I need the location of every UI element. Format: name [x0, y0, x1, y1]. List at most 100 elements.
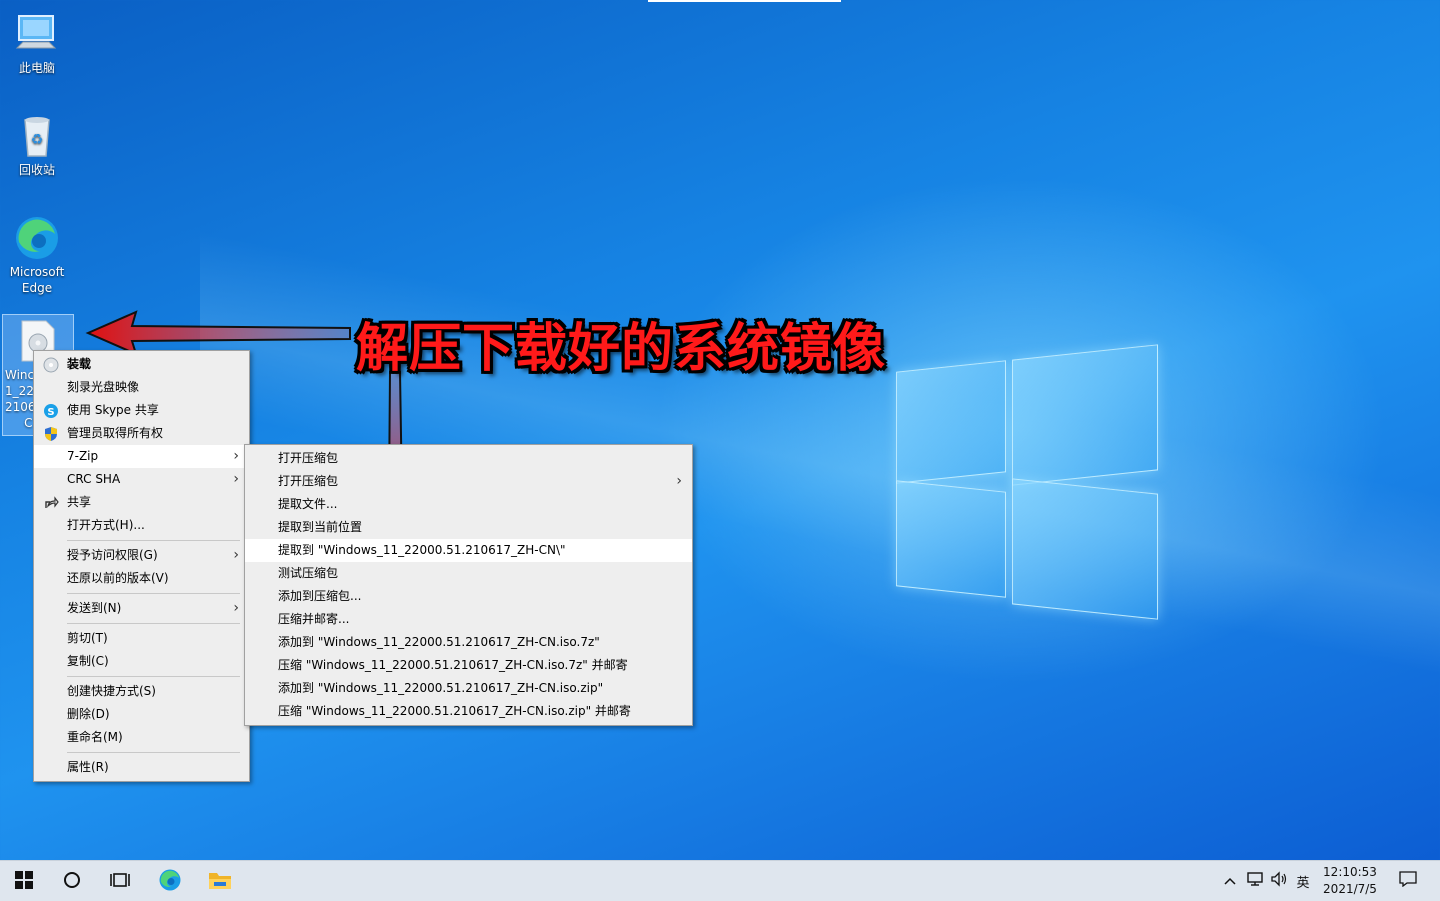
menu-item-label: 发送到(N)	[67, 601, 122, 615]
zip-item-compress-and-email[interactable]: 压缩并邮寄...	[245, 608, 692, 631]
chevron-right-icon: ›	[233, 547, 239, 563]
volume-button[interactable]	[1268, 861, 1292, 901]
menu-item-label: 打开方式(H)...	[67, 518, 145, 532]
menu-item-label: 复制(C)	[67, 654, 109, 668]
menu-item-mount[interactable]: 装载	[34, 353, 249, 376]
zip-submenu: 打开压缩包 打开压缩包 › 提取文件... 提取到当前位置 提取到 "Windo…	[244, 444, 693, 726]
taskbar-file-explorer-button[interactable]	[196, 861, 244, 901]
menu-item-restore-versions[interactable]: 还原以前的版本(V)	[34, 567, 249, 590]
menu-item-label: 测试压缩包	[278, 566, 339, 580]
network-icon	[1247, 871, 1265, 891]
zip-item-compress-7z-email[interactable]: 压缩 "Windows_11_22000.51.210617_ZH-CN.iso…	[245, 654, 692, 677]
clock-button[interactable]: 12:10:53 2021/7/5	[1314, 864, 1386, 898]
chevron-up-icon	[1224, 874, 1236, 889]
network-button[interactable]	[1244, 861, 1268, 901]
clock-time: 12:10:53	[1323, 865, 1377, 879]
menu-separator	[67, 593, 240, 594]
zip-item-open-archive-as[interactable]: 打开压缩包 ›	[245, 470, 692, 493]
chevron-right-icon: ›	[233, 600, 239, 616]
menu-separator	[67, 752, 240, 753]
menu-separator	[67, 676, 240, 677]
clock-date: 2021/7/5	[1323, 882, 1377, 896]
menu-item-create-shortcut[interactable]: 创建快捷方式(S)	[34, 680, 249, 703]
menu-item-label: 属性(R)	[67, 760, 109, 774]
input-method-label: 英	[1296, 875, 1310, 891]
menu-item-burn-disc-image[interactable]: 刻录光盘映像	[34, 376, 249, 399]
tray-overflow-button[interactable]	[1220, 861, 1240, 901]
menu-item-label: 使用 Skype 共享	[67, 403, 159, 417]
menu-item-cut[interactable]: 剪切(T)	[34, 627, 249, 650]
zip-item-open-archive[interactable]: 打开压缩包	[245, 447, 692, 470]
zip-item-extract-files[interactable]: 提取文件...	[245, 493, 692, 516]
zip-item-add-to-archive[interactable]: 添加到压缩包...	[245, 585, 692, 608]
menu-separator	[67, 623, 240, 624]
menu-item-label: 重命名(M)	[67, 730, 123, 744]
menu-item-copy[interactable]: 复制(C)	[34, 650, 249, 673]
disc-icon	[43, 357, 59, 373]
menu-item-label: 提取到当前位置	[278, 520, 363, 534]
skype-icon: S	[43, 403, 59, 419]
start-button[interactable]	[0, 861, 48, 901]
menu-item-label: 刻录光盘映像	[67, 380, 140, 394]
context-menu: 装载 刻录光盘映像 S 使用 Skype 共享 管理员取得所有权 7-Zip ›…	[33, 350, 250, 782]
input-method-button[interactable]: 英	[1292, 861, 1314, 901]
speaker-icon	[1271, 871, 1289, 891]
menu-item-delete[interactable]: 删除(D)	[34, 703, 249, 726]
search-button[interactable]	[48, 861, 96, 901]
menu-item-give-access[interactable]: 授予访问权限(G) ›	[34, 544, 249, 567]
menu-item-label: 共享	[67, 495, 92, 509]
zip-item-extract-to-folder[interactable]: 提取到 "Windows_11_22000.51.210617_ZH-CN\"	[245, 539, 692, 562]
menu-item-label: 7-Zip	[67, 449, 99, 463]
share-icon	[43, 495, 59, 511]
menu-item-label: CRC SHA	[67, 472, 121, 486]
zip-item-add-to-zip[interactable]: 添加到 "Windows_11_22000.51.210617_ZH-CN.is…	[245, 677, 692, 700]
folder-icon	[208, 870, 232, 893]
menu-item-take-ownership[interactable]: 管理员取得所有权	[34, 422, 249, 445]
menu-item-label: 压缩 "Windows_11_22000.51.210617_ZH-CN.iso…	[278, 704, 631, 718]
menu-item-label: 打开压缩包	[278, 451, 339, 465]
menu-item-label: 添加到 "Windows_11_22000.51.210617_ZH-CN.is…	[278, 681, 604, 695]
menu-item-label: 创建快捷方式(S)	[67, 684, 156, 698]
menu-item-share[interactable]: 共享	[34, 491, 249, 514]
arrow-left	[85, 310, 351, 356]
menu-item-label: 还原以前的版本(V)	[67, 571, 169, 585]
menu-item-label: 装载	[67, 357, 92, 371]
uac-shield-icon	[43, 426, 59, 442]
edge-icon	[158, 868, 182, 895]
notification-center-button[interactable]	[1394, 861, 1422, 901]
search-circle-icon	[63, 871, 81, 892]
menu-item-label: 打开压缩包	[278, 474, 339, 488]
menu-separator	[67, 540, 240, 541]
menu-item-7zip[interactable]: 7-Zip ›	[34, 445, 249, 468]
menu-item-label: 压缩 "Windows_11_22000.51.210617_ZH-CN.iso…	[278, 658, 628, 672]
notification-icon	[1399, 871, 1417, 891]
windows-start-icon	[15, 870, 33, 892]
menu-item-crc-sha[interactable]: CRC SHA ›	[34, 468, 249, 491]
task-view-icon	[110, 871, 130, 892]
chevron-right-icon: ›	[676, 473, 682, 489]
svg-text:S: S	[47, 407, 54, 418]
zip-item-test-archive[interactable]: 测试压缩包	[245, 562, 692, 585]
task-view-button[interactable]	[96, 861, 144, 901]
menu-item-label: 压缩并邮寄...	[278, 612, 350, 626]
menu-item-label: 授予访问权限(G)	[67, 548, 158, 562]
menu-item-send-to[interactable]: 发送到(N) ›	[34, 597, 249, 620]
chevron-right-icon: ›	[233, 471, 239, 487]
menu-item-label: 管理员取得所有权	[67, 426, 164, 440]
menu-item-label: 添加到压缩包...	[278, 589, 362, 603]
menu-item-label: 删除(D)	[67, 707, 110, 721]
menu-item-label: 提取到 "Windows_11_22000.51.210617_ZH-CN\"	[278, 543, 566, 557]
zip-item-extract-here[interactable]: 提取到当前位置	[245, 516, 692, 539]
menu-item-label: 提取文件...	[278, 497, 338, 511]
zip-item-compress-zip-email[interactable]: 压缩 "Windows_11_22000.51.210617_ZH-CN.iso…	[245, 700, 692, 723]
menu-item-rename[interactable]: 重命名(M)	[34, 726, 249, 749]
taskbar: 英 12:10:53 2021/7/5	[0, 860, 1440, 901]
annotation-text: 解压下载好的系统镜像	[356, 319, 887, 379]
menu-item-open-with[interactable]: 打开方式(H)...	[34, 514, 249, 537]
zip-item-add-to-7z[interactable]: 添加到 "Windows_11_22000.51.210617_ZH-CN.is…	[245, 631, 692, 654]
menu-item-properties[interactable]: 属性(R)	[34, 756, 249, 779]
menu-item-share-skype[interactable]: S 使用 Skype 共享	[34, 399, 249, 422]
taskbar-edge-button[interactable]	[146, 861, 194, 901]
chevron-right-icon: ›	[233, 448, 239, 464]
menu-item-label: 添加到 "Windows_11_22000.51.210617_ZH-CN.is…	[278, 635, 600, 649]
